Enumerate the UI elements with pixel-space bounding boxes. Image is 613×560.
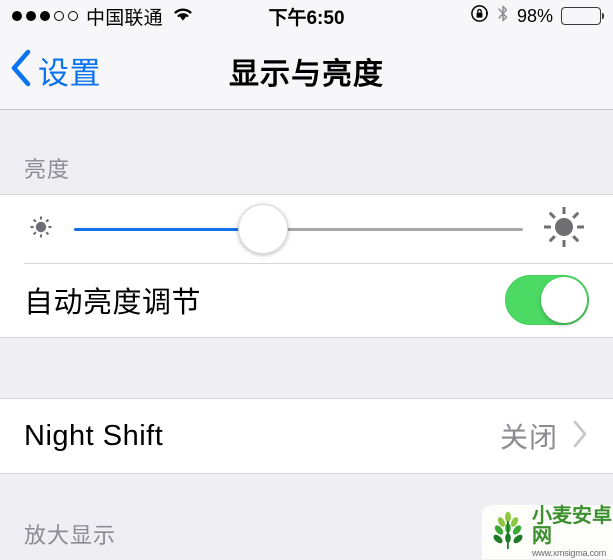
night-shift-group: Night Shift 关闭	[0, 398, 613, 474]
section-header-brightness: 亮度	[24, 157, 71, 182]
night-shift-row[interactable]: Night Shift 关闭	[0, 399, 613, 473]
chevron-right-icon	[572, 419, 589, 454]
brightness-slider-row[interactable]	[0, 195, 613, 263]
brightness-high-icon	[539, 202, 589, 257]
auto-brightness-label: 自动亮度调节	[24, 287, 202, 319]
status-bar: 中国联通 下午6:50 98%	[0, 0, 613, 32]
status-bar-right: 98%	[470, 4, 604, 28]
signal-dots-icon	[12, 11, 78, 21]
rotation-lock-icon	[470, 4, 489, 28]
auto-brightness-row[interactable]: 自动亮度调节	[0, 263, 613, 337]
bluetooth-icon	[497, 4, 509, 28]
slider-thumb[interactable]	[237, 204, 288, 254]
brightness-slider[interactable]	[74, 204, 523, 254]
watermark-url: www.xmsigma.com	[532, 548, 607, 558]
battery-percent-label: 98%	[516, 5, 553, 26]
status-bar-left: 中国联通	[12, 3, 195, 30]
back-button-label: 设置	[38, 56, 101, 91]
top-spacer	[0, 110, 613, 146]
watermark-site-name: 小麦安卓网	[532, 505, 612, 547]
wheat-logo-icon	[487, 509, 529, 556]
settings-content: 亮度 自动亮度调节 Night Shift 关闭 放大显示 小麦安卓网 www.…	[0, 110, 613, 559]
section-gap	[0, 338, 613, 398]
battery-icon	[561, 7, 604, 25]
brightness-group: 自动亮度调节	[0, 194, 613, 338]
chevron-left-icon	[10, 49, 32, 92]
night-shift-value-group: 关闭	[500, 416, 589, 456]
auto-brightness-toggle[interactable]	[505, 275, 589, 325]
auto-brightness-control	[505, 275, 589, 325]
night-shift-label: Night Shift	[24, 419, 164, 452]
watermark: 小麦安卓网 www.xmsigma.com	[482, 505, 613, 559]
brightness-low-icon	[24, 210, 58, 249]
carrier-label: 中国联通	[86, 7, 163, 29]
wifi-icon	[171, 5, 195, 28]
slider-track-fill	[74, 227, 263, 231]
back-button-settings[interactable]: 设置	[0, 48, 101, 93]
toggle-knob	[541, 277, 587, 323]
watermark-text: 小麦安卓网 www.xmsigma.com	[532, 506, 613, 558]
night-shift-value: 关闭	[499, 422, 558, 453]
navigation-bar: 设置 显示与亮度	[0, 32, 613, 110]
